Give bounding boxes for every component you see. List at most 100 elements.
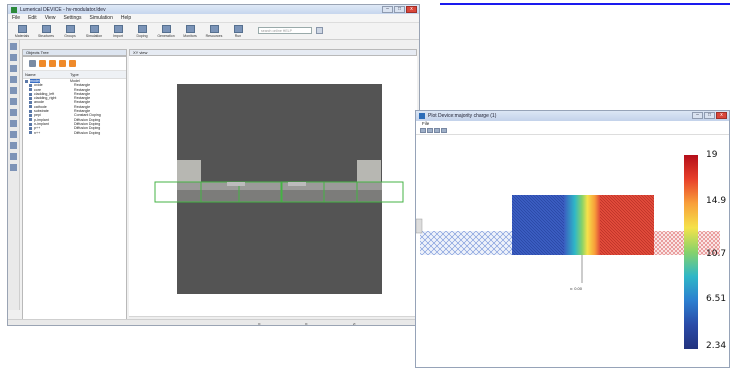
move-tool-icon[interactable] [10, 54, 17, 61]
toolbar-button-resources[interactable]: Resources [204, 25, 224, 38]
colorbar-tick-3: 10.7 [706, 249, 727, 259]
plot-window-title: Plot Device:majority charge (1) [428, 113, 497, 119]
grid-tool-icon[interactable] [10, 153, 17, 160]
import-icon [113, 25, 123, 33]
rectangle-icon [29, 83, 32, 87]
plot-left-scroll[interactable] [416, 218, 423, 234]
layout-tool-icon[interactable] [10, 87, 17, 94]
view-header: XY view [129, 49, 417, 56]
top-link-underline[interactable] [440, 0, 730, 5]
plot-export-icon[interactable] [441, 128, 447, 133]
doping-icon [137, 25, 147, 33]
maximize-button[interactable]: □ [394, 6, 405, 13]
menu-settings[interactable]: Settings [63, 15, 81, 21]
rectangle-icon [29, 96, 32, 100]
probe-label: x: 0.00 [570, 286, 583, 291]
rectangle-icon [29, 88, 32, 92]
toolbar-button-materials[interactable]: Materials [12, 25, 32, 38]
rotate-tool-icon[interactable] [10, 120, 17, 127]
objects-panel-toolbar [23, 57, 126, 71]
toolbar-button-run[interactable]: Run [228, 25, 248, 38]
toolbar-label: Groups [64, 34, 76, 38]
plot-close-button[interactable]: x [716, 112, 727, 119]
column-name[interactable]: Name [25, 72, 70, 77]
expand-icon[interactable] [59, 60, 66, 67]
ruler-tool-icon[interactable] [10, 98, 17, 105]
menu-file[interactable]: File [12, 15, 20, 21]
plot-pan-icon[interactable] [427, 128, 433, 133]
object-properties-icon[interactable] [29, 60, 36, 67]
toolbar-label: Generation [157, 34, 175, 38]
toolbar-label: Run [234, 34, 242, 38]
probe-tool-icon[interactable] [10, 142, 17, 149]
color-tool-icon[interactable] [10, 131, 17, 138]
move-up-icon[interactable] [39, 60, 46, 67]
minimize-button[interactable]: – [382, 6, 393, 13]
toolbar-label: Materials [14, 34, 30, 38]
select-tool-icon[interactable] [10, 43, 17, 50]
search-tool-icon[interactable] [10, 109, 17, 116]
doping-icon [29, 122, 32, 126]
object-type: Diffusion Doping [74, 130, 101, 135]
plot-titlebar: Plot Device:majority charge (1) – □ x [416, 111, 729, 121]
search-go-icon[interactable] [316, 27, 323, 34]
xy-view[interactable] [129, 56, 417, 316]
menu-bar: File Edit View Settings Simulation Help [8, 14, 419, 23]
toolbar-button-import[interactable]: Import [108, 25, 128, 38]
object-name-cell: n++ [25, 131, 74, 135]
mesh-tool-icon[interactable] [10, 164, 17, 171]
toolbar-button-structures[interactable]: Structures [36, 25, 56, 38]
menu-simulation[interactable]: Simulation [90, 15, 113, 21]
toolbar-label: Import [113, 34, 123, 38]
structure-canvas[interactable] [129, 56, 417, 316]
plot-maximize-button[interactable]: □ [704, 112, 715, 119]
structures-icon [41, 25, 51, 33]
menu-edit[interactable]: Edit [28, 15, 37, 21]
implant-marker-left [227, 182, 245, 186]
junction-gradient [564, 195, 600, 255]
rectangle-icon [29, 92, 32, 96]
model-icon [25, 79, 28, 83]
colorbar-tick-min: 2.34 [706, 341, 727, 351]
toolbar-button-simulation[interactable]: Simulation [84, 25, 104, 38]
plot-minimize-button[interactable]: – [692, 112, 703, 119]
menu-help[interactable]: Help [121, 15, 131, 21]
plot-edit-icon[interactable] [434, 128, 440, 133]
close-button[interactable]: x [406, 6, 417, 13]
slab-lower [177, 190, 382, 202]
toolbar-button-monitors[interactable]: Monitors [180, 25, 200, 38]
colorbar-tick-4: 6.51 [706, 294, 727, 304]
status-y: y: [305, 321, 309, 326]
main-toolbar: Materials Structures Groups Simulation Impor… [8, 23, 419, 40]
toolbar-button-doping[interactable]: Doping [132, 25, 152, 38]
menu-view[interactable]: View [45, 15, 56, 21]
left-contact [177, 160, 201, 182]
doping-icon [29, 131, 32, 135]
charge-plot-svg[interactable]: x: 0.00 [416, 135, 730, 368]
plot-toolbar [416, 127, 729, 135]
groups-icon [65, 25, 75, 33]
colorbar-tick-2: 14.9 [706, 196, 727, 206]
table-row[interactable]: n++ Diffusion Doping [23, 131, 126, 135]
toolbar-button-groups[interactable]: Groups [60, 25, 80, 38]
charge-plot[interactable]: x: 0.00 [416, 135, 730, 368]
pan-tool-icon[interactable] [10, 76, 17, 83]
collapse-icon[interactable] [69, 60, 76, 67]
toolbar-label: Monitors [183, 34, 197, 38]
column-type[interactable]: Type [70, 72, 79, 77]
plot-zoom-icon[interactable] [420, 128, 426, 133]
app-icon [11, 6, 17, 13]
main-titlebar: Lumerical DEVICE - hv-modulator.ldev – □… [8, 5, 419, 14]
left-tool-strip [8, 40, 20, 310]
move-down-icon[interactable] [49, 60, 56, 67]
plot-window: Plot Device:majority charge (1) – □ x Fi… [415, 110, 730, 368]
rectangle-icon [29, 105, 32, 109]
objects-table-header: Name Type [23, 71, 126, 79]
colorbar-tick-max: 19 [706, 150, 718, 160]
rectangle-icon [29, 109, 32, 113]
toolbar-button-generation[interactable]: Generation [156, 25, 176, 38]
plot-app-icon [419, 113, 425, 119]
zoom-tool-icon[interactable] [10, 65, 17, 72]
materials-icon [17, 25, 27, 33]
help-search-input[interactable]: search online HELP [258, 27, 312, 34]
